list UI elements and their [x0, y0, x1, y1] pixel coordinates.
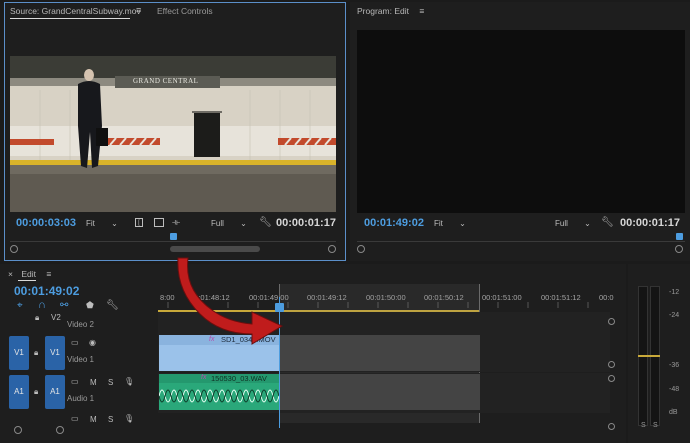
lock-icon[interactable]: 🔒︎	[34, 387, 38, 397]
track-scroll-handle-top[interactable]	[608, 318, 615, 325]
source-fit-dropdown[interactable]: Fit ⌄	[86, 219, 118, 228]
program-zoom-bar[interactable]	[357, 245, 685, 253]
program-zoom-bar-right-handle[interactable]	[675, 245, 683, 253]
meter-label: -48	[669, 386, 680, 393]
source-zoom-bar-left-handle[interactable]	[10, 245, 18, 253]
track-a2-microphone-icon[interactable]: 🎙︎	[124, 414, 134, 423]
drag-audio-icon[interactable]: ⟛	[172, 217, 180, 228]
snap-icon[interactable]: ⌖	[17, 300, 23, 311]
wrench-icon[interactable]: 🔧︎	[601, 217, 614, 228]
meter-label: -24	[669, 312, 680, 319]
timeline-timecode[interactable]: 00:01:49:02	[14, 284, 79, 298]
track-scroll-handle-mid[interactable]	[608, 361, 615, 368]
solo-button[interactable]: S	[108, 378, 113, 387]
source-tab-label: Source: GrandCentralSubway.mov	[10, 6, 141, 16]
program-scrub-track[interactable]	[357, 232, 685, 242]
scene-sign-text: GRAND CENTRAL	[133, 77, 199, 85]
timeline-zoom-handle[interactable]	[608, 423, 615, 430]
fx-badge[interactable]: fx	[201, 374, 206, 381]
filmstrip-icon[interactable]: ▭	[71, 377, 79, 386]
insert-bracket-icon[interactable]: [	[135, 218, 143, 227]
chevron-down-icon: ⌄	[111, 219, 118, 228]
program-duration: 00:00:01:17	[620, 217, 680, 229]
source-full-label: Full	[211, 219, 224, 228]
track-scroll-handle-bottom[interactable]	[608, 375, 615, 382]
ruler-label: 00:0	[599, 293, 614, 302]
source-fit-label: Fit	[86, 219, 95, 228]
meter-label: dB	[669, 409, 678, 416]
ruler-label: 00:01:51:00	[482, 293, 522, 302]
program-full-dropdown[interactable]: Full ⌄	[555, 219, 591, 228]
filmstrip-icon[interactable]: ▭	[71, 338, 79, 347]
red-arrow-annotation	[177, 257, 284, 345]
meter-label: -36	[669, 362, 680, 369]
program-full-label: Full	[555, 219, 568, 228]
source-tab[interactable]: Source: GrandCentralSubway.mov	[10, 6, 141, 16]
source-timecode-in[interactable]: 00:00:03:03	[16, 217, 76, 229]
hamburger-icon[interactable]: ≡	[136, 5, 141, 15]
timeline-tab-label: Edit	[21, 269, 36, 279]
linked-selection-icon[interactable]: ⚯	[60, 300, 68, 311]
timeline-zoom-handle-right[interactable]	[56, 426, 64, 434]
wrench-icon[interactable]: 🔧︎	[106, 300, 119, 311]
close-icon[interactable]: ×	[8, 269, 13, 279]
source-playhead[interactable]	[170, 233, 177, 240]
hamburger-icon[interactable]: ≡	[419, 6, 424, 16]
timeline-zoom-handle-left[interactable]	[14, 426, 22, 434]
program-fit-label: Fit	[434, 219, 443, 228]
video-clip-gap	[280, 335, 480, 371]
hamburger-icon[interactable]: ≡	[46, 269, 51, 279]
track-a2-solo-button[interactable]: S	[108, 415, 113, 424]
marker-icon[interactable]: ⬟	[86, 300, 94, 311]
audio-clip-name: 150530_03.WAV	[211, 374, 267, 383]
track-a2-mute-button[interactable]: M	[90, 415, 97, 424]
program-playhead[interactable]	[676, 233, 683, 240]
meter-solo-left[interactable]: S	[641, 422, 646, 429]
track-a2-filmstrip-icon[interactable]: ▭	[71, 414, 79, 423]
audio-peak-indicator	[638, 355, 660, 357]
meter-solo-right[interactable]: S	[653, 422, 658, 429]
track-v1-target[interactable]: V1	[45, 336, 65, 370]
effect-controls-tab[interactable]: Effect Controls	[157, 6, 213, 16]
program-tab-label: Program: Edit	[357, 6, 409, 16]
program-timecode[interactable]: 00:01:49:02	[364, 217, 424, 229]
source-patch-v1[interactable]: V1	[9, 336, 29, 370]
chevron-down-icon: ⌄	[240, 219, 247, 228]
chevron-down-icon: ⌄	[459, 219, 466, 228]
eye-icon[interactable]: ◉	[89, 338, 96, 347]
program-zoom-bar-left-handle[interactable]	[357, 245, 365, 253]
program-tab[interactable]: Program: Edit ≡	[357, 6, 424, 16]
source-full-dropdown[interactable]: Full ⌄	[211, 219, 247, 228]
wrench-icon[interactable]: 🔧︎	[259, 217, 272, 228]
program-fit-dropdown[interactable]: Fit ⌄	[434, 219, 466, 228]
meter-label: -12	[669, 289, 680, 296]
source-zoom-bar-right-handle[interactable]	[328, 245, 336, 253]
track-v1-name: Video 1	[67, 355, 94, 364]
ruler-label: 00:01:51:12	[541, 293, 581, 302]
program-video-frame[interactable]	[357, 30, 685, 213]
audio-clip[interactable]: fx 150530_03.WAV	[159, 374, 279, 410]
track-a1-target[interactable]: A1	[45, 375, 65, 409]
track-a1-name: Audio 1	[67, 394, 95, 403]
track-v2-label[interactable]: V2	[51, 313, 61, 322]
source-tab-underline	[10, 18, 130, 19]
lock-icon[interactable]: 🔒︎	[35, 313, 39, 323]
magnet-icon[interactable]: ∩	[38, 299, 46, 311]
effect-controls-label: Effect Controls	[157, 6, 213, 16]
audio-clip-gap	[280, 374, 480, 410]
mute-button[interactable]: M	[90, 378, 97, 387]
drag-video-icon[interactable]	[154, 218, 164, 227]
timeline-tab[interactable]: × Edit ≡	[8, 269, 51, 279]
source-patch-a1[interactable]: A1	[9, 375, 29, 409]
track-v2-name: Video 2	[67, 320, 94, 329]
timeline-tab-underline	[18, 280, 36, 281]
chevron-down-icon: ⌄	[584, 219, 591, 228]
lock-icon[interactable]: 🔒︎	[34, 348, 38, 358]
source-duration: 00:00:01:17	[276, 217, 336, 229]
audio-waveform	[159, 389, 279, 403]
microphone-icon[interactable]: 🎙︎	[124, 377, 134, 386]
